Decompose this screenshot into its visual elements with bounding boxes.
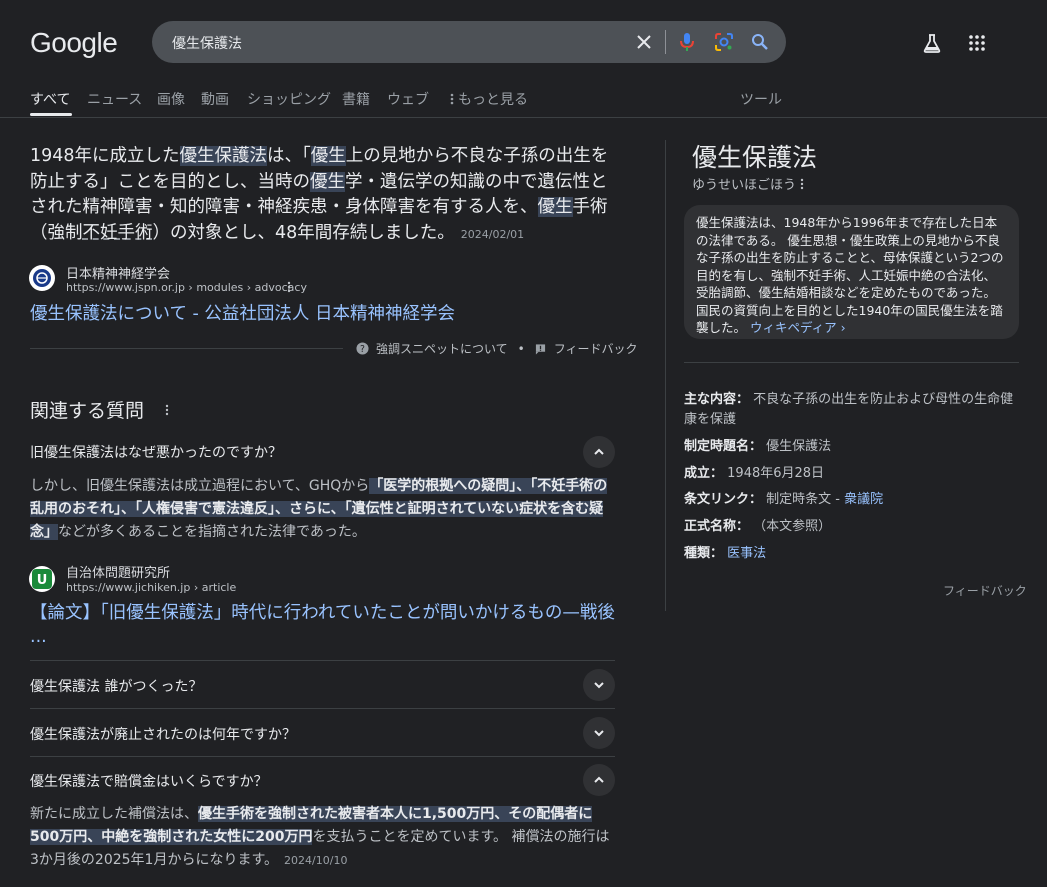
more-vert-icon[interactable] bbox=[800, 178, 804, 190]
tab-videos[interactable]: 動画 bbox=[201, 89, 229, 109]
kp-fact-main-content: 主な内容： 不良な子孫の出生を防止および母性の生命健康を保護 bbox=[684, 392, 1014, 427]
search-box[interactable]: 優生保護法 bbox=[152, 21, 786, 63]
tab-news[interactable]: ニュース bbox=[87, 89, 142, 109]
tools-button[interactable]: ツール bbox=[740, 89, 782, 109]
kp-description-card: 優生保護法は、1948年から1996年まで存在した日本の法律である。 優生思想・… bbox=[684, 205, 1019, 339]
kp-reading: ゆうせいほごほう bbox=[692, 174, 804, 193]
more-vert-icon bbox=[450, 93, 454, 105]
chevron-up-icon[interactable] bbox=[583, 764, 615, 796]
paa-question-4[interactable]: 優生保護法で賠償金はいくらですか？ bbox=[30, 771, 268, 791]
paa-1-result-link[interactable]: 【論文】「旧優生保護法」時代に行われていたことが問いかけるもの—戦後 ... bbox=[30, 601, 615, 649]
paa-divider bbox=[30, 660, 615, 661]
feedback-flag-icon bbox=[535, 343, 545, 354]
search-input[interactable]: 優生保護法 bbox=[172, 33, 242, 53]
about-snippets-link[interactable]: 強調スニペットについて bbox=[376, 340, 508, 357]
jspn-favicon bbox=[29, 265, 55, 291]
kp-fact-type: 種類： 医事法 bbox=[684, 546, 767, 561]
kp-fact-text-link: 条文リンク： 制定時条文 - 衆議院 bbox=[684, 492, 884, 507]
source-url[interactable]: https://www.jspn.or.jp › modules › advoc… bbox=[66, 281, 307, 294]
paa-1-source-name[interactable]: 自治体問題研究所 bbox=[66, 562, 170, 581]
more-vert-icon[interactable] bbox=[282, 279, 296, 295]
paa-question-3[interactable]: 優生保護法が廃止されたのは何年ですか？ bbox=[30, 724, 296, 744]
kp-description: 優生保護法は、1948年から1996年まで存在した日本の法律である。 優生思想・… bbox=[696, 215, 1004, 335]
paa-answer-4-date: 2024/10/10 bbox=[284, 854, 348, 867]
tab-more[interactable]: もっと見る bbox=[448, 89, 528, 109]
google-logo[interactable]: Google bbox=[30, 27, 118, 59]
chevron-down-icon[interactable] bbox=[583, 717, 615, 749]
tab-images[interactable]: 画像 bbox=[157, 89, 185, 109]
tab-all[interactable]: すべて bbox=[30, 89, 70, 109]
kp-feedback-link[interactable]: フィードバック bbox=[943, 582, 1027, 599]
kp-fact-official-name: 正式名称： （本文参照） bbox=[684, 519, 832, 534]
mic-icon[interactable] bbox=[675, 30, 699, 54]
more-vert-icon[interactable] bbox=[162, 402, 172, 418]
paa-answer-1: しかし、旧優生保護法は成立過程において、GHQから「医学的根拠への疑問」、「不妊… bbox=[30, 478, 608, 540]
paa-question-2[interactable]: 優生保護法 誰がつくった？ bbox=[30, 676, 202, 696]
tab-books[interactable]: 書籍 bbox=[342, 89, 370, 109]
svg-text:U: U bbox=[37, 573, 48, 588]
chevron-down-icon[interactable] bbox=[583, 669, 615, 701]
tab-shopping[interactable]: ショッピング bbox=[247, 89, 331, 109]
svg-text:?: ? bbox=[360, 344, 365, 355]
paa-question-1[interactable]: 旧優生保護法はなぜ悪かったのですか？ bbox=[30, 442, 282, 462]
source-name[interactable]: 日本精神神経学会 bbox=[66, 263, 170, 282]
search-icon[interactable] bbox=[748, 30, 772, 54]
shugiin-link[interactable]: 衆議院 bbox=[844, 492, 883, 507]
apps-grid-icon[interactable] bbox=[965, 31, 989, 55]
lens-icon[interactable] bbox=[712, 30, 736, 54]
knowledge-panel-divider bbox=[665, 140, 666, 611]
close-icon[interactable] bbox=[632, 30, 656, 54]
kp-title: 優生保護法 bbox=[692, 143, 818, 172]
kp-fact-original-title: 制定時題名： 優生保護法 bbox=[684, 439, 832, 454]
medical-law-link[interactable]: 医事法 bbox=[727, 546, 766, 561]
kp-fact-enacted: 成立： 1948年6月28日 bbox=[684, 466, 825, 481]
tab-web[interactable]: ウェブ bbox=[387, 89, 429, 109]
snippet-date: 2024/02/01 bbox=[460, 227, 525, 241]
wikipedia-link[interactable]: ウィキペディア › bbox=[750, 320, 846, 335]
header-divider bbox=[0, 117, 1047, 118]
featured-snippet-text: 1948年に成立した優生保護法は、「優生上の見地から不良な子孫の出生を防止する」… bbox=[30, 146, 609, 243]
paa-divider bbox=[30, 756, 615, 757]
chevron-up-icon[interactable] bbox=[583, 436, 615, 468]
kp-divider bbox=[684, 362, 1019, 363]
paa-answer-4: 新たに成立した補償法は、優生手術を強制された被害者本人に1,500万円、その配偶… bbox=[30, 806, 610, 868]
snippet-footer-divider bbox=[30, 348, 343, 349]
paa-divider bbox=[30, 708, 615, 709]
jichiken-favicon: U bbox=[29, 566, 55, 592]
help-icon: ? bbox=[356, 342, 369, 355]
feedback-link[interactable]: フィードバック bbox=[554, 340, 638, 357]
footer-dot: • bbox=[517, 341, 525, 356]
snippet-footer: ? 強調スニペットについて • フィードバック bbox=[356, 340, 638, 357]
tab-active-indicator bbox=[30, 113, 72, 116]
tab-more-label: もっと見る bbox=[458, 92, 528, 108]
paa-title: 関連する質問 bbox=[30, 400, 145, 422]
result-title-link[interactable]: 優生保護法について - 公益社団法人 日本精神神経学会 bbox=[30, 300, 455, 325]
search-divider bbox=[665, 30, 666, 54]
paa-1-source-url[interactable]: https://www.jichiken.jp › article bbox=[66, 581, 236, 594]
labs-flask-icon[interactable] bbox=[920, 31, 944, 55]
